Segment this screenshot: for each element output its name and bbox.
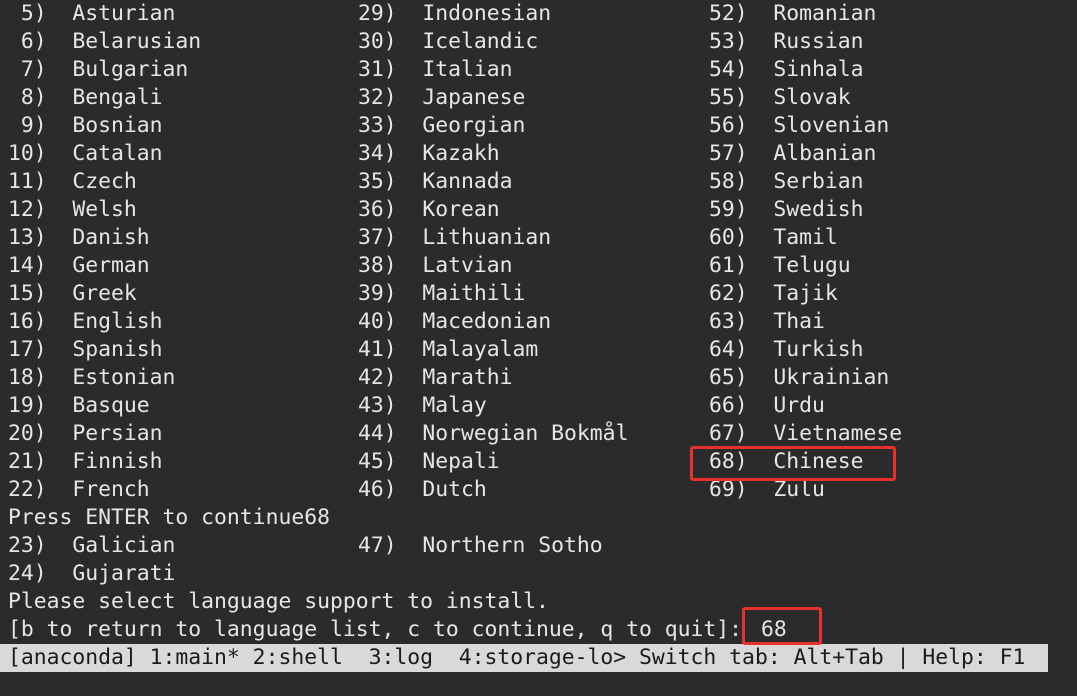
language-option[interactable]: 21) Finnish <box>8 448 163 476</box>
input-value-highlight <box>742 607 822 645</box>
language-option[interactable]: 30) Icelandic <box>358 28 538 56</box>
language-option[interactable]: 16) English <box>8 308 163 336</box>
tmux-status-bar: [anaconda] 1:main* 2:shell 3:log 4:stora… <box>0 644 1048 672</box>
language-option[interactable]: 56) Slovenian <box>709 112 889 140</box>
language-option[interactable]: 37) Lithuanian <box>358 224 551 252</box>
language-option[interactable]: 63) Thai <box>709 308 825 336</box>
language-option[interactable]: 41) Malayalam <box>358 336 538 364</box>
language-option[interactable]: 36) Korean <box>358 196 500 224</box>
status-bar-text: [anaconda] 1:main* 2:shell 3:log 4:stora… <box>8 645 1026 670</box>
language-option[interactable]: 20) Persian <box>8 420 163 448</box>
language-option[interactable]: 61) Telugu <box>709 252 851 280</box>
language-option[interactable]: 52) Romanian <box>709 0 876 28</box>
language-option[interactable]: 13) Danish <box>8 224 150 252</box>
language-option[interactable]: 8) Bengali <box>8 84 163 112</box>
language-option[interactable]: 12) Welsh <box>8 196 137 224</box>
language-option[interactable]: 24) Gujarati <box>8 560 175 588</box>
language-option[interactable]: 64) Turkish <box>709 336 864 364</box>
language-option[interactable]: 15) Greek <box>8 280 137 308</box>
language-option[interactable]: 19) Basque <box>8 392 150 420</box>
input-prompt-line: [b to return to language list, c to cont… <box>8 616 787 644</box>
language-option[interactable]: 38) Latvian <box>358 252 513 280</box>
language-option[interactable]: 35) Kannada <box>358 168 513 196</box>
language-option[interactable]: 43) Malay <box>358 392 487 420</box>
language-option[interactable]: 44) Norwegian Bokmål <box>358 420 628 448</box>
select-language-text: Please select language support to instal… <box>8 589 549 614</box>
language-option[interactable]: 22) French <box>8 476 150 504</box>
press-enter-text: Press ENTER to continue68 <box>8 505 330 530</box>
language-option[interactable]: 29) Indonesian <box>358 0 551 28</box>
language-option[interactable]: 14) German <box>8 252 150 280</box>
language-option[interactable]: 59) Swedish <box>709 196 864 224</box>
language-option[interactable]: 67) Vietnamese <box>709 420 902 448</box>
language-option[interactable]: 53) Russian <box>709 28 864 56</box>
language-option[interactable]: 60) Tamil <box>709 224 838 252</box>
language-option[interactable]: 23) Galician <box>8 532 175 560</box>
language-option[interactable]: 55) Slovak <box>709 84 851 112</box>
input-prompt-label: [b to return to language list, c to cont… <box>8 617 743 642</box>
language-option[interactable]: 34) Kazakh <box>358 140 500 168</box>
language-option[interactable]: 18) Estonian <box>8 364 175 392</box>
language-option[interactable]: 33) Georgian <box>358 112 525 140</box>
language-option[interactable]: 6) Belarusian <box>8 28 201 56</box>
language-option[interactable]: 10) Catalan <box>8 140 163 168</box>
terminal-window: 5) Asturian 29) Indonesian 52) Romanian 6)… <box>0 0 1077 696</box>
language-option[interactable]: 62) Tajik <box>709 280 838 308</box>
language-option[interactable]: 58) Serbian <box>709 168 864 196</box>
language-option[interactable]: 40) Macedonian <box>358 308 551 336</box>
language-option[interactable]: 66) Urdu <box>709 392 825 420</box>
language-option[interactable]: 39) Maithili <box>358 280 525 308</box>
language-option[interactable]: 54) Sinhala <box>709 56 864 84</box>
language-option[interactable]: 46) Dutch <box>358 476 487 504</box>
chinese-option-highlight <box>690 446 896 481</box>
language-option[interactable]: 65) Ukrainian <box>709 364 889 392</box>
language-option[interactable]: 17) Spanish <box>8 336 163 364</box>
language-option[interactable]: 31) Italian <box>358 56 513 84</box>
language-option[interactable]: 9) Bosnian <box>8 112 163 140</box>
language-option[interactable]: 47) Northern Sotho <box>358 532 603 560</box>
language-option[interactable]: 57) Albanian <box>709 140 876 168</box>
language-option[interactable]: 45) Nepali <box>358 448 500 476</box>
language-option[interactable]: 5) Asturian <box>8 0 176 28</box>
language-option[interactable]: 42) Marathi <box>358 364 513 392</box>
language-option[interactable]: 7) Bulgarian <box>8 56 188 84</box>
language-option[interactable]: 11) Czech <box>8 168 137 196</box>
language-option[interactable]: 32) Japanese <box>358 84 525 112</box>
